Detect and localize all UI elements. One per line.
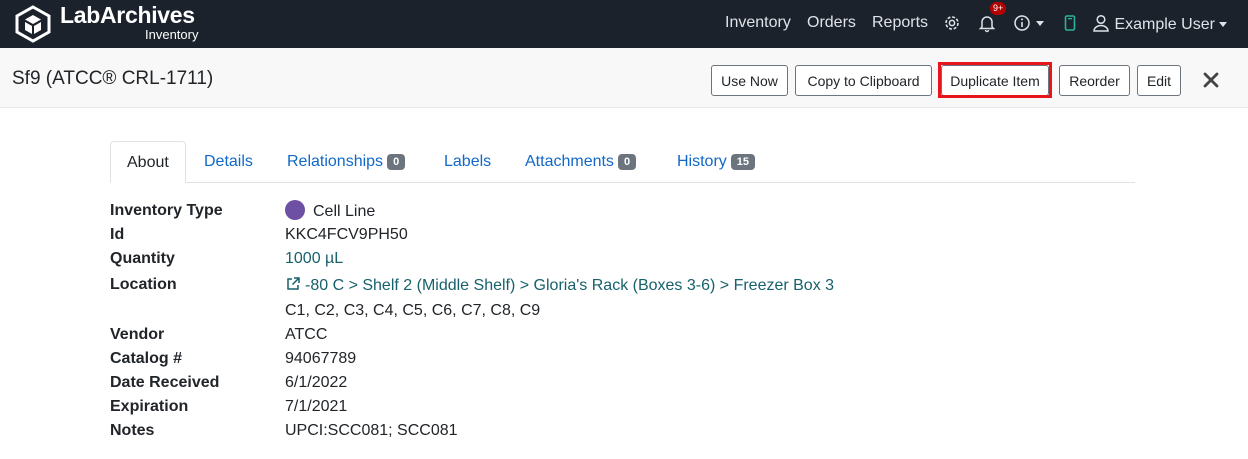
brand-name[interactable]: LabArchives (60, 2, 195, 29)
inventory-type-label: Inventory Type (110, 202, 223, 219)
notification-count-badge: 9+ (990, 2, 1007, 15)
mobile-device-icon[interactable] (1060, 13, 1080, 33)
bell-icon[interactable] (977, 13, 997, 33)
date-received-value: 6/1/2022 (285, 374, 348, 391)
vendor-value: ATCC (285, 326, 328, 343)
tab-label: About (127, 154, 169, 171)
item-header-bar: Sf9 (ATCC® CRL-1711) Use Now Copy to Cli… (0, 48, 1248, 108)
id-value: KKC4FCV9PH50 (285, 226, 408, 243)
nav-orders[interactable]: Orders (807, 14, 856, 32)
tab-label: History (677, 153, 727, 170)
nav-inventory[interactable]: Inventory (725, 14, 791, 32)
count-badge: 15 (730, 154, 756, 170)
tab-history[interactable]: History 15 (677, 141, 756, 183)
tab-label: Labels (444, 153, 492, 170)
count-badge: 0 (617, 154, 637, 170)
inventory-type-text: Cell Line (313, 203, 376, 220)
cell-line-color-icon (285, 200, 305, 220)
duplicate-item-button[interactable]: Duplicate Item (941, 65, 1049, 96)
user-icon (1093, 14, 1109, 32)
tab-relationships[interactable]: Relationships 0 (287, 141, 406, 183)
gear-icon[interactable] (942, 13, 962, 33)
tab-details[interactable]: Details (204, 141, 253, 183)
tab-attachments[interactable]: Attachments 0 (525, 141, 637, 183)
help-menu[interactable] (1012, 13, 1044, 33)
count-badge: 0 (387, 154, 406, 170)
tab-labels[interactable]: Labels (444, 141, 491, 183)
tab-label: Attachments (525, 153, 614, 170)
item-tabs: About Details Relationships 0 Labels Atta… (110, 141, 1135, 183)
id-label: Id (110, 226, 125, 243)
expiration-value: 7/1/2021 (285, 398, 348, 415)
close-icon[interactable] (1199, 68, 1223, 92)
nav-reports[interactable]: Reports (872, 14, 928, 32)
location-label: Location (110, 276, 177, 293)
location-path: -80 C > Shelf 2 (Middle Shelf) > Gloria'… (305, 277, 835, 294)
location-link[interactable]: -80 C > Shelf 2 (Middle Shelf) > Gloria'… (285, 276, 834, 295)
top-navbar: LabArchives Inventory Inventory Orders R… (0, 0, 1248, 48)
chevron-down-icon (1036, 20, 1044, 26)
date-received-label: Date Received (110, 374, 220, 391)
user-menu[interactable]: Example User (1092, 13, 1227, 34)
labarchives-logo-icon[interactable] (14, 5, 52, 43)
info-icon (1014, 15, 1030, 31)
inventory-type-value: Cell Line (285, 200, 375, 221)
use-now-button[interactable]: Use Now (711, 65, 788, 96)
quantity-link[interactable]: 1000 µL (285, 250, 343, 268)
page-title: Sf9 (ATCC® CRL-1711) (12, 68, 214, 89)
copy-to-clipboard-button[interactable]: Copy to Clipboard (795, 65, 932, 96)
tab-label: Details (204, 153, 253, 170)
chevron-down-icon (1218, 22, 1227, 28)
catalog-label: Catalog # (110, 350, 183, 367)
tab-label: Relationships (287, 153, 384, 170)
quantity-label: Quantity (110, 250, 175, 267)
notes-value: UPCI:SCC081; SCC081 (285, 422, 458, 439)
external-link-icon (287, 277, 300, 290)
tab-about[interactable]: About (110, 141, 186, 183)
location-positions: C1, C2, C3, C4, C5, C6, C7, C8, C9 (285, 302, 541, 319)
vendor-label: Vendor (110, 326, 165, 343)
user-name: Example User (1114, 16, 1215, 33)
reorder-button[interactable]: Reorder (1059, 65, 1130, 96)
catalog-value: 94067789 (285, 350, 357, 367)
notes-label: Notes (110, 422, 155, 439)
brand-subtitle: Inventory (145, 27, 199, 42)
expiration-label: Expiration (110, 398, 189, 415)
edit-button[interactable]: Edit (1137, 65, 1181, 96)
